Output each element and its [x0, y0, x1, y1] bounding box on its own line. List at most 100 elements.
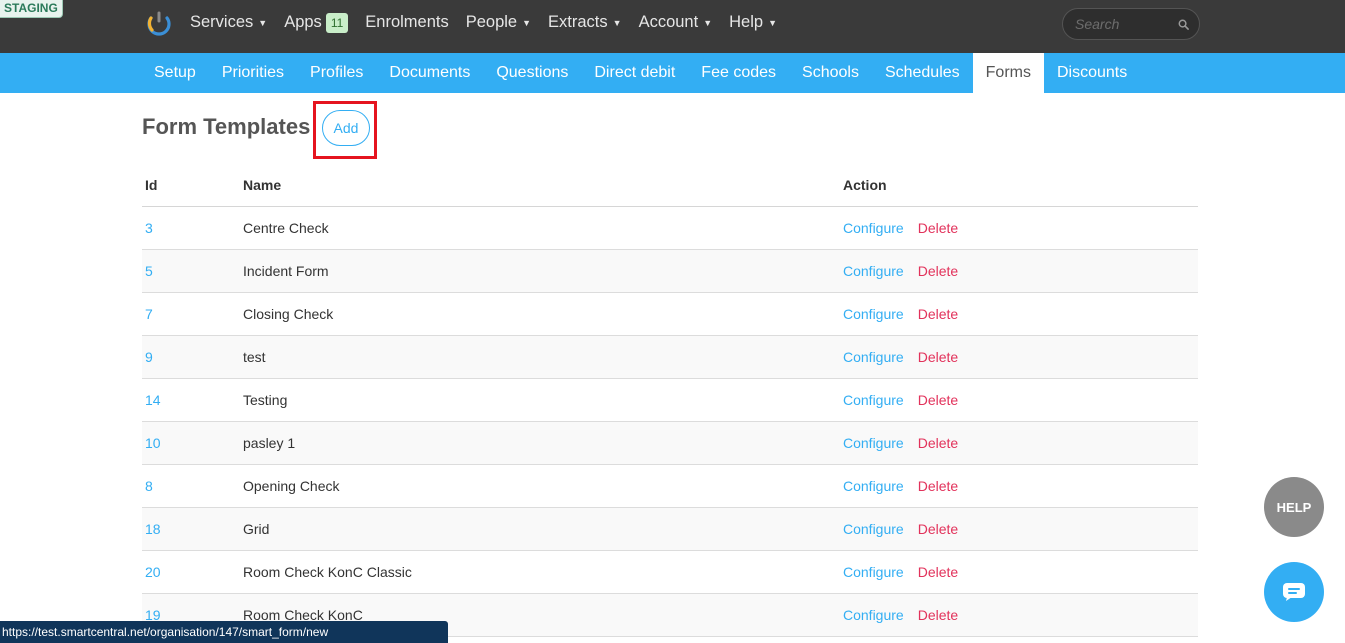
topnav-item-label: Account	[638, 13, 699, 31]
row-id-link[interactable]: 8	[142, 478, 243, 494]
row-actions: Configure Delete	[843, 392, 1198, 408]
main-menu: Services ▼ Apps 11 Enrolments People ▼ Extracts…	[190, 0, 794, 45]
configure-link[interactable]: Configure	[843, 564, 904, 580]
table-row: 14 Testing Configure Delete	[142, 379, 1198, 422]
table-row: 18 Grid Configure Delete	[142, 508, 1198, 551]
topnav-item-enrolments[interactable]: Enrolments	[365, 13, 448, 32]
row-name: Incident Form	[243, 263, 329, 279]
settings-subnav-bar: Setup Priorities Profiles Documents Question…	[0, 53, 1345, 93]
delete-link[interactable]: Delete	[918, 263, 958, 279]
row-id-link[interactable]: 10	[142, 435, 243, 451]
tab-questions[interactable]: Questions	[483, 53, 581, 93]
row-name: Centre Check	[243, 220, 329, 236]
delete-link[interactable]: Delete	[918, 306, 958, 322]
topnav-item-label: Apps	[284, 13, 322, 31]
row-actions: Configure Delete	[843, 564, 1198, 580]
tab-profiles[interactable]: Profiles	[297, 53, 376, 93]
delete-link[interactable]: Delete	[918, 392, 958, 408]
table-row: 9 test Configure Delete	[142, 336, 1198, 379]
tab-schedules[interactable]: Schedules	[872, 53, 973, 93]
caret-down-icon: ▼	[612, 17, 622, 28]
row-id-link[interactable]: 18	[142, 521, 243, 537]
row-name: test	[243, 349, 266, 365]
table-row: 7 Closing Check Configure Delete	[142, 293, 1198, 336]
row-id-link[interactable]: 3	[142, 220, 243, 236]
tab-schools[interactable]: Schools	[789, 53, 872, 93]
status-url-bar: https://test.smartcentral.net/organisati…	[0, 621, 448, 643]
topnav-item-people[interactable]: People ▼	[466, 13, 531, 32]
tab-forms[interactable]: Forms	[972, 53, 1044, 93]
row-id-link[interactable]: 9	[142, 349, 243, 365]
column-header-action: Action	[843, 177, 887, 193]
topnav-item-label: Services	[190, 13, 254, 31]
topnav-item-label: People	[465, 13, 518, 31]
chat-icon	[1283, 583, 1305, 601]
topnav-item-apps[interactable]: Apps 11	[284, 12, 349, 33]
column-header-id[interactable]: Id	[142, 177, 243, 193]
row-actions: Configure Delete	[843, 263, 1198, 279]
configure-link[interactable]: Configure	[843, 306, 904, 322]
delete-link[interactable]: Delete	[918, 349, 958, 365]
topnav-item-label: Help	[729, 13, 764, 31]
tab-fee-codes[interactable]: Fee codes	[688, 53, 789, 93]
topnav-item-extracts[interactable]: Extracts ▼	[548, 13, 622, 32]
add-button[interactable]: Add	[322, 110, 370, 146]
search-icon[interactable]	[1178, 19, 1189, 30]
topnav-item-account[interactable]: Account ▼	[639, 13, 713, 32]
delete-link[interactable]: Delete	[918, 220, 958, 236]
tab-documents[interactable]: Documents	[376, 53, 483, 93]
column-header-name[interactable]: Name	[243, 177, 843, 193]
delete-link[interactable]: Delete	[918, 607, 958, 623]
topnav-item-services[interactable]: Services ▼	[190, 13, 267, 32]
table-row: 3 Centre Check Configure Delete	[142, 207, 1198, 250]
topnav-item-label: Enrolments	[365, 13, 449, 31]
caret-down-icon: ▼	[768, 17, 777, 28]
row-id-link[interactable]: 5	[142, 263, 243, 279]
tab-setup[interactable]: Setup	[141, 53, 209, 93]
configure-link[interactable]: Configure	[843, 220, 904, 236]
delete-link[interactable]: Delete	[918, 564, 958, 580]
app-logo-icon[interactable]	[146, 10, 172, 36]
configure-link[interactable]: Configure	[843, 349, 904, 365]
row-id-link[interactable]: 7	[142, 306, 243, 322]
delete-link[interactable]: Delete	[918, 478, 958, 494]
settings-subnav: Setup Priorities Profiles Documents Question…	[141, 53, 1140, 93]
configure-link[interactable]: Configure	[843, 521, 904, 537]
configure-link[interactable]: Configure	[843, 263, 904, 279]
tab-discounts[interactable]: Discounts	[1044, 53, 1140, 93]
page-title: Form Templates	[142, 114, 311, 139]
tab-direct-debit[interactable]: Direct debit	[581, 53, 688, 93]
table-row: 10 pasley 1 Configure Delete	[142, 422, 1198, 465]
row-name: Opening Check	[243, 478, 340, 494]
caret-down-icon: ▼	[703, 17, 713, 28]
row-actions: Configure Delete	[843, 220, 1198, 236]
form-templates-table: Id Name Action 3 Centre Check Configure Del…	[142, 164, 1198, 637]
delete-link[interactable]: Delete	[918, 521, 958, 537]
apps-count-badge: 11	[325, 12, 349, 33]
row-name: Room Check KonC Classic	[243, 564, 412, 580]
row-id-link[interactable]: 14	[142, 392, 243, 408]
configure-link[interactable]: Configure	[843, 607, 904, 623]
table-row: 20 Room Check KonC Classic Configure Delete	[142, 551, 1198, 594]
row-actions: Configure Delete	[843, 435, 1198, 451]
row-actions: Configure Delete	[843, 521, 1198, 537]
tab-priorities[interactable]: Priorities	[209, 53, 297, 93]
configure-link[interactable]: Configure	[843, 435, 904, 451]
top-navbar: STAGING Services ▼ Apps 11 Enrolments People ▼…	[0, 0, 1345, 53]
help-button[interactable]: HELP	[1264, 477, 1324, 537]
row-actions: Configure Delete	[843, 478, 1198, 494]
chat-button[interactable]	[1264, 562, 1324, 622]
row-name: Grid	[243, 521, 270, 537]
table-row: 8 Opening Check Configure Delete	[142, 465, 1198, 508]
row-name: pasley 1	[243, 435, 296, 451]
table-body: 3 Centre Check Configure Delete 5 Incident Fo…	[142, 207, 1198, 637]
topnav-item-help[interactable]: Help ▼	[729, 13, 777, 32]
configure-link[interactable]: Configure	[843, 392, 904, 408]
configure-link[interactable]: Configure	[843, 478, 904, 494]
row-name: Testing	[243, 392, 288, 408]
delete-link[interactable]: Delete	[918, 435, 958, 451]
caret-down-icon: ▼	[258, 17, 268, 28]
row-id-link[interactable]: 20	[142, 564, 243, 580]
search-input[interactable]	[1075, 16, 1171, 32]
row-actions: Configure Delete	[843, 349, 1198, 365]
